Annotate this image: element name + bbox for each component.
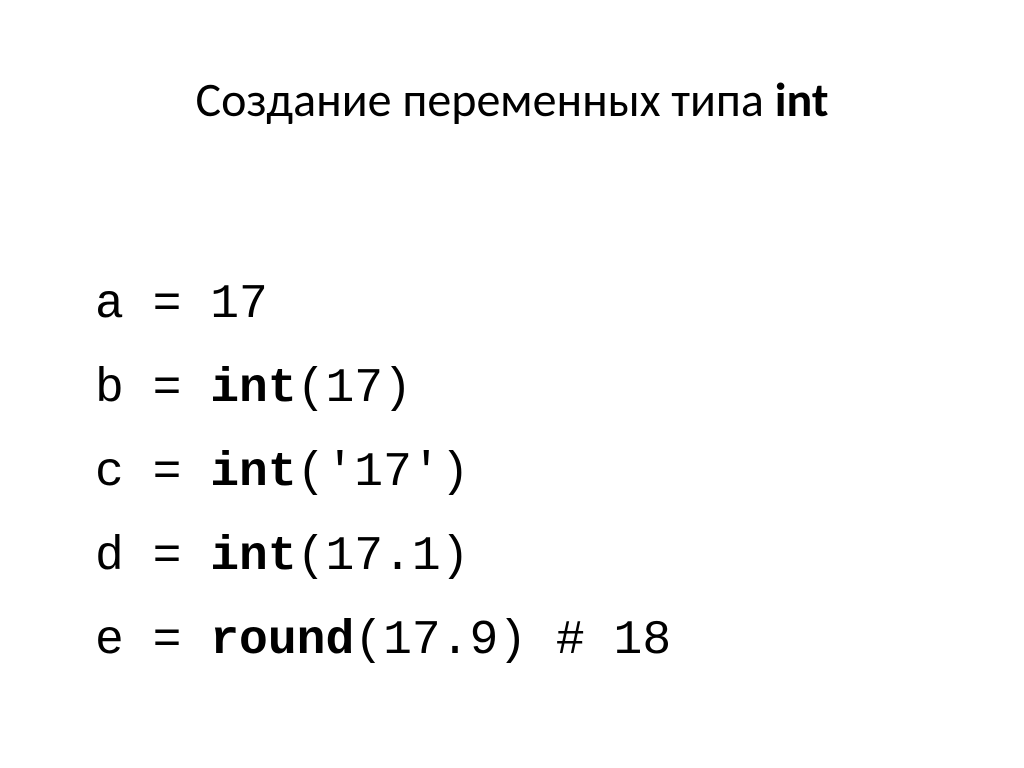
- code-pre: =: [124, 278, 210, 332]
- code-var: c: [95, 446, 124, 500]
- code-pre: =: [124, 362, 210, 416]
- code-var: d: [95, 530, 124, 584]
- code-rest: 17: [210, 278, 268, 332]
- title-prefix: Создание переменных типа: [195, 70, 774, 129]
- code-rest: (17.9) # 18: [354, 614, 671, 668]
- title-keyword: int: [775, 70, 829, 129]
- slide-title: Создание переменных типа int: [95, 70, 929, 129]
- code-rest: (17): [297, 362, 412, 416]
- code-line: a = 17: [95, 278, 268, 332]
- code-keyword: round: [210, 614, 354, 668]
- code-var: a: [95, 278, 124, 332]
- code-pre: =: [124, 530, 210, 584]
- code-block: a = 17 b = int(17) c = int('17') d = int…: [95, 179, 929, 767]
- code-rest: ('17'): [297, 446, 470, 500]
- code-keyword: int: [210, 446, 296, 500]
- code-pre: =: [124, 614, 210, 668]
- code-var: e: [95, 614, 124, 668]
- code-line: b = int(17): [95, 362, 412, 416]
- code-pre: =: [124, 446, 210, 500]
- code-keyword: int: [210, 530, 296, 584]
- code-line: c = int('17'): [95, 446, 469, 500]
- code-line: e = round(17.9) # 18: [95, 614, 671, 668]
- slide: Создание переменных типа int a = 17 b = …: [0, 0, 1024, 768]
- code-keyword: int: [210, 362, 296, 416]
- code-var: b: [95, 362, 124, 416]
- code-line: d = int(17.1): [95, 530, 469, 584]
- code-rest: (17.1): [297, 530, 470, 584]
